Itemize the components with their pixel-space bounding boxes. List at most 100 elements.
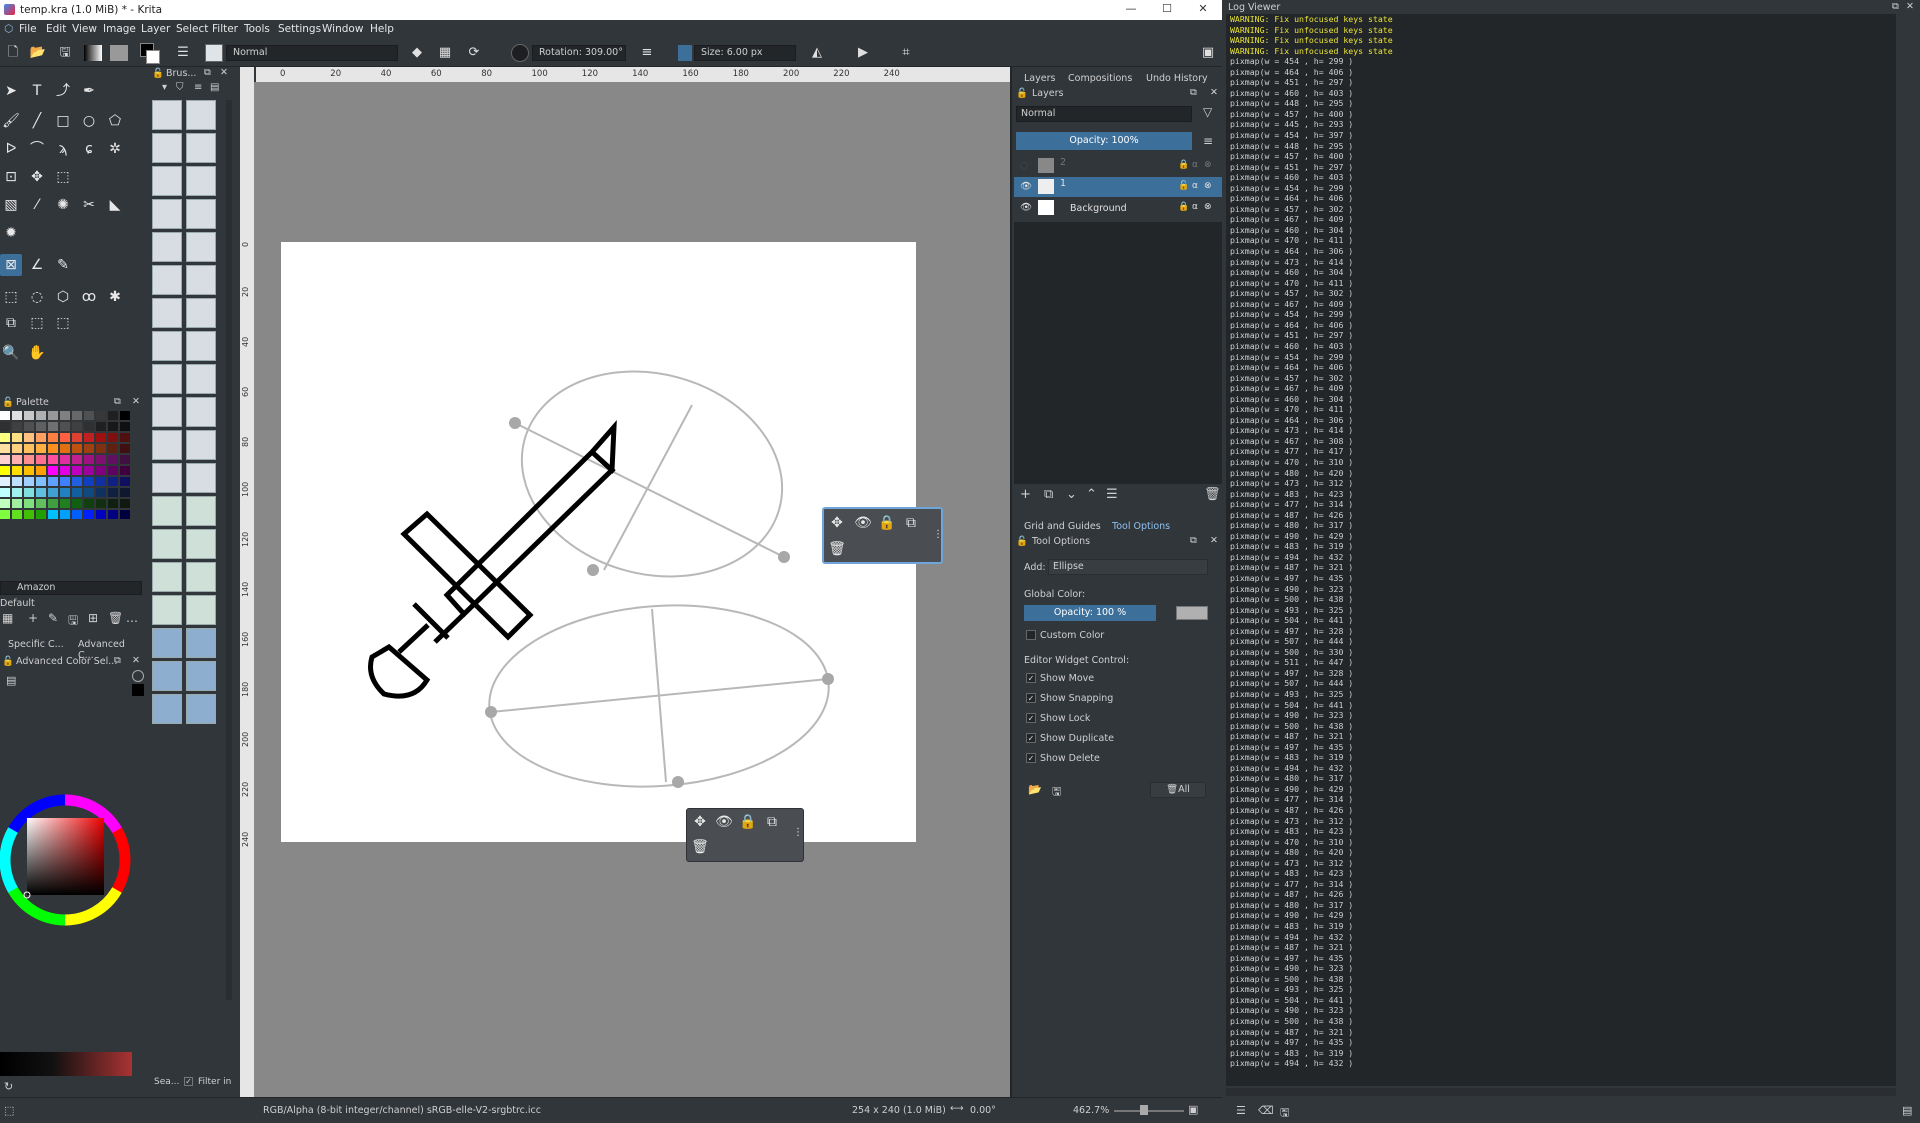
float-docker-icon[interactable]: ⧉ xyxy=(114,655,121,666)
visibility-eye-icon[interactable]: 👁 xyxy=(1020,181,1032,192)
lock-icon[interactable]: 🔓 xyxy=(2,656,14,667)
multibrush-tool-icon[interactable]: ✲ xyxy=(104,138,126,160)
mirror-horizontal-icon[interactable]: ◭ xyxy=(808,44,826,62)
move-assistant-icon[interactable]: ✥ xyxy=(691,813,709,831)
brush-preset-icon[interactable] xyxy=(152,430,182,460)
palette-swatch[interactable] xyxy=(72,444,82,453)
calligraphy-tool-icon[interactable]: ✒ xyxy=(78,80,100,102)
menu-edit[interactable]: Edit xyxy=(46,23,66,35)
reset-icon[interactable]: ↻ xyxy=(4,1080,13,1093)
palette-swatch[interactable] xyxy=(84,422,94,431)
delete-assistant-icon[interactable]: 🗑 xyxy=(691,838,709,856)
zoom-slider-handle[interactable] xyxy=(1140,1105,1148,1115)
palette-swatch[interactable] xyxy=(36,488,46,497)
palette-swatch[interactable] xyxy=(108,488,118,497)
palette-swatch[interactable] xyxy=(96,510,106,519)
hsv-color-wheel[interactable] xyxy=(0,792,134,928)
rectangle-tool-icon[interactable]: □ xyxy=(52,110,74,132)
edit-swatch-icon[interactable]: ✎ xyxy=(48,611,58,625)
minimize-button[interactable]: — xyxy=(1120,2,1142,18)
preserve-alpha-icon[interactable]: ▦ xyxy=(436,44,454,62)
palette-swatch[interactable] xyxy=(72,466,82,475)
brush-preset-icon[interactable] xyxy=(152,562,182,592)
brush-preset-icon[interactable] xyxy=(152,331,182,361)
palette-swatch[interactable] xyxy=(96,444,106,453)
palette-swatch[interactable] xyxy=(96,411,106,420)
zoom-tool-icon[interactable]: 🔍 xyxy=(0,342,22,364)
crop-tool-icon[interactable]: ⊡ xyxy=(0,166,22,188)
visibility-eye-icon[interactable]: 👁 xyxy=(1020,202,1032,213)
freehand-path-tool-icon[interactable]: ϡ xyxy=(52,138,74,160)
grid-view-icon[interactable]: ▤ xyxy=(210,82,219,93)
palette-swatch[interactable] xyxy=(84,499,94,508)
menu-select[interactable]: Select xyxy=(176,23,208,35)
palette-swatch[interactable] xyxy=(12,488,22,497)
color-history-strip[interactable] xyxy=(0,1052,132,1076)
reference-tool-icon[interactable]: ✎ xyxy=(52,254,74,276)
palette-swatch[interactable] xyxy=(24,466,34,475)
palette-icon[interactable]: ▦ xyxy=(2,611,13,625)
alpha-lock-icon[interactable]: α xyxy=(1192,202,1198,212)
palette-swatch[interactable] xyxy=(120,411,130,420)
bookmark-icon[interactable]: ⛉ xyxy=(176,82,184,93)
palette-swatch[interactable] xyxy=(12,510,22,519)
palette-swatch[interactable] xyxy=(0,477,10,486)
tab-layers[interactable]: Layers xyxy=(1024,73,1055,84)
ellipse-tool-icon[interactable]: ○ xyxy=(78,110,100,132)
brush-preset-icon[interactable] xyxy=(152,496,182,526)
menu-layer[interactable]: Layer xyxy=(141,23,170,35)
blend-mode-select[interactable]: Normal xyxy=(226,45,398,61)
tab-undo-history[interactable]: Undo History xyxy=(1146,73,1208,84)
krita-menu-icon[interactable]: ⬡ xyxy=(4,23,13,35)
palette-swatch[interactable] xyxy=(108,411,118,420)
palette-swatch[interactable] xyxy=(12,499,22,508)
layer-row-background[interactable]: 👁 Background 🔒 α ⊗ xyxy=(1014,198,1222,218)
close-button[interactable]: ✕ xyxy=(1192,2,1214,18)
palette-swatch[interactable] xyxy=(84,477,94,486)
palette-swatch[interactable] xyxy=(108,510,118,519)
layer-properties-icon[interactable]: ☰ xyxy=(1106,487,1118,502)
brush-preset-icon[interactable] xyxy=(186,661,216,691)
mirror-vertical-icon[interactable]: ▶ xyxy=(854,44,872,62)
brush-preset-icon[interactable] xyxy=(186,529,216,559)
freehand-select-tool-icon[interactable]: ꝏ xyxy=(78,286,100,308)
show-lock-checkbox[interactable]: ✓ xyxy=(1026,713,1036,723)
float-docker-icon[interactable]: ⧉ xyxy=(204,67,211,78)
palette-swatch[interactable] xyxy=(24,510,34,519)
palette-swatch[interactable] xyxy=(36,422,46,431)
new-document-icon[interactable]: 🗋 xyxy=(4,44,22,62)
canvas-viewport[interactable]: ✥ 👁 🔒 ⧉ 🗑 ⋮ ✥ 👁 🔒 ⧉ 🗑 ⋮ xyxy=(254,82,1010,1097)
palette-swatch[interactable] xyxy=(120,444,130,453)
layer-lock-icon[interactable]: 🔒 xyxy=(1178,202,1189,212)
polygon-tool-icon[interactable]: ⬠ xyxy=(104,110,126,132)
palette-swatch[interactable] xyxy=(84,411,94,420)
brush-preset-icon[interactable] xyxy=(152,661,182,691)
palette-swatch[interactable] xyxy=(72,499,82,508)
drag-handle-icon[interactable]: ⋮ xyxy=(933,529,943,540)
list-view-icon[interactable]: ≡ xyxy=(194,82,202,93)
tab-compositions[interactable]: Compositions xyxy=(1068,73,1132,84)
wrap-around-icon[interactable]: ⌗ xyxy=(897,44,915,62)
palette-swatch[interactable] xyxy=(84,444,94,453)
palette-swatch[interactable] xyxy=(96,466,106,475)
assistant-tool-icon[interactable]: ⊠ xyxy=(0,254,22,276)
alpha-lock-icon[interactable]: α xyxy=(1192,181,1198,191)
edit-shapes-tool-icon[interactable]: ⤴ xyxy=(52,80,74,102)
save-document-icon[interactable]: 🖫 xyxy=(56,44,74,62)
palette-swatch[interactable] xyxy=(120,422,130,431)
palette-swatch[interactable] xyxy=(96,499,106,508)
palette-swatch[interactable] xyxy=(12,433,22,442)
palette-swatch[interactable] xyxy=(36,499,46,508)
palette-swatch[interactable] xyxy=(24,477,34,486)
palette-swatch[interactable] xyxy=(108,455,118,464)
palette-swatch[interactable] xyxy=(84,455,94,464)
show-duplicate-checkbox[interactable]: ✓ xyxy=(1026,733,1036,743)
text-tool-icon[interactable]: T xyxy=(26,80,48,102)
palette-swatch[interactable] xyxy=(60,455,70,464)
menu-help[interactable]: Help xyxy=(370,23,394,35)
palette-swatch[interactable] xyxy=(120,477,130,486)
brush-preset-icon[interactable] xyxy=(152,133,182,163)
snapping-eye-icon[interactable]: 👁 xyxy=(854,514,872,532)
menu-image[interactable]: Image xyxy=(103,23,136,35)
layer-opacity-slider[interactable]: Opacity: 100% xyxy=(1016,132,1192,150)
